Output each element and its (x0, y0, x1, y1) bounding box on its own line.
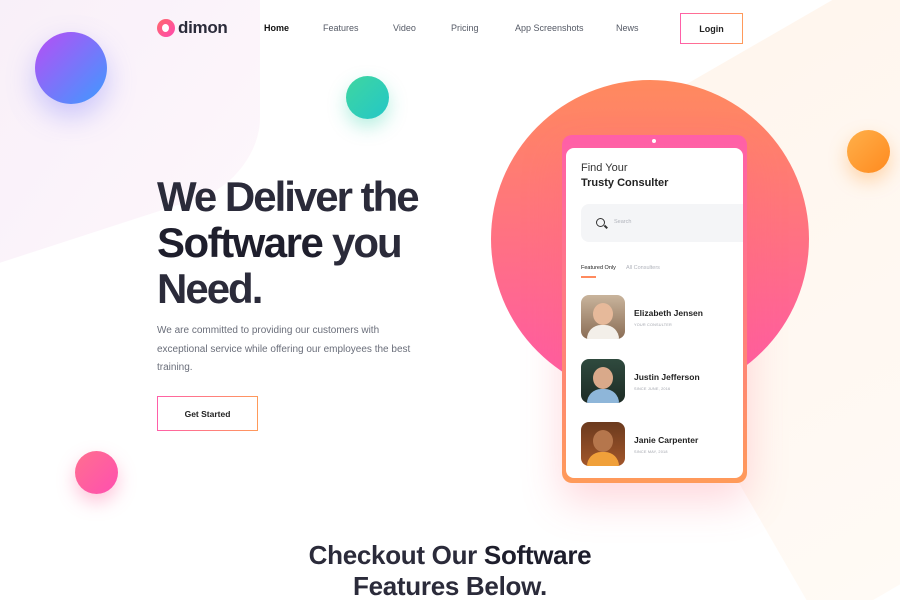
avatar-face (593, 303, 613, 325)
top-navbar: dimon Home Features Video Pricing App Sc… (0, 0, 900, 58)
get-started-button[interactable]: Get Started (157, 396, 258, 431)
brand-logo[interactable]: dimon (157, 18, 228, 38)
section-title-prefix: Checkout Our (308, 540, 484, 570)
nav-link-video[interactable]: Video (393, 23, 416, 33)
nav-link-news[interactable]: News (616, 23, 639, 33)
decorative-circle-orange (847, 130, 890, 173)
phone-camera-dot (652, 139, 656, 143)
avatar-body (587, 452, 619, 466)
consultant-name: Justin Jefferson (634, 372, 700, 382)
hero-description: We are committed to providing our custom… (157, 325, 411, 373)
avatar-body (587, 389, 619, 403)
consultant-card[interactable]: Janie Carpenter SINCE MAY, 2018 (581, 422, 731, 466)
nav-link-home[interactable]: Home (264, 23, 289, 33)
consultant-subtitle: YOUR CONSULTER (634, 323, 672, 327)
nav-link-pricing[interactable]: Pricing (451, 23, 479, 33)
consultant-subtitle: SINCE MAY, 2018 (634, 450, 668, 454)
avatar (581, 359, 625, 403)
hero-title-bold: Software (157, 219, 324, 266)
brand-name: dimon (178, 18, 228, 37)
consultant-card[interactable]: Elizabeth Jensen YOUR CONSULTER (581, 295, 731, 339)
avatar-face (593, 367, 613, 389)
hero-title-line-2-rest: you (322, 219, 403, 266)
consultant-subtitle: SINCE JUNE, 2016 (634, 387, 671, 391)
avatar (581, 295, 625, 339)
consultant-name: Janie Carpenter (634, 435, 699, 445)
consultant-card[interactable]: Justin Jefferson SINCE JUNE, 2016 (581, 359, 731, 403)
tab-featured-only[interactable]: Featured Only (581, 265, 616, 271)
hero-title-line-1: We Deliver the (157, 173, 420, 220)
section-title-bold: Software (483, 540, 592, 570)
section-title: Checkout Our Software Features Below. (0, 540, 900, 600)
decorative-circle-pink (75, 451, 118, 494)
avatar-body (587, 325, 619, 339)
avatar-face (593, 430, 613, 452)
active-tab-indicator (581, 276, 596, 278)
login-button[interactable]: Login (680, 13, 743, 44)
nav-link-features[interactable]: Features (323, 23, 359, 33)
phone-title-line-1: Find Your (581, 162, 628, 174)
hero-title-line-2: Software you (157, 220, 418, 266)
section-title-line-2: Features Below. (353, 571, 547, 600)
avatar (581, 422, 625, 466)
decorative-circle-green (346, 76, 389, 119)
tab-all-consulters[interactable]: All Consulters (626, 265, 660, 271)
nav-link-app-screenshots[interactable]: App Screenshots (515, 23, 584, 33)
phone-search-bar[interactable]: Search (581, 204, 743, 242)
hero-title: We Deliver the Software you Need. (157, 173, 420, 312)
hero-title-line-3: Need. (157, 265, 263, 312)
phone-screen: Find Your Trusty Consulter Search Featur… (566, 148, 743, 478)
phone-search-placeholder: Search (614, 219, 632, 225)
phone-title-line-2: Trusty Consulter (581, 177, 669, 189)
consultant-name: Elizabeth Jensen (634, 308, 703, 318)
search-icon (596, 218, 605, 227)
dimon-logo-mark-icon (157, 19, 175, 37)
